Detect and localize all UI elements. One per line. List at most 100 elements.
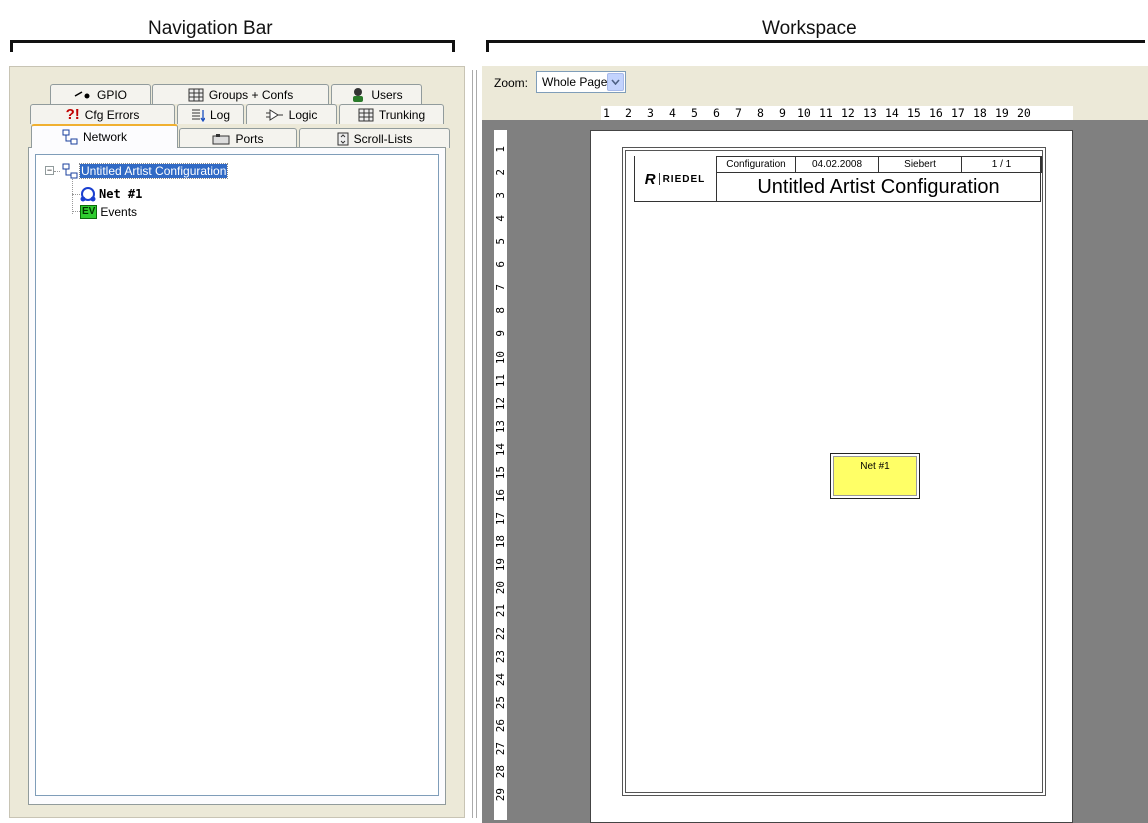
ruler-tick: 19 [995,106,1009,120]
logo-text: RIEDEL [662,173,706,185]
tab-label: Network [83,130,128,144]
tab-cfg-errors[interactable]: ?! Cfg Errors [30,104,175,124]
collapse-toggle[interactable]: − [45,166,54,175]
ruler-tick: 4 [669,106,676,120]
workspace-panel: Zoom: Whole Page 1 2 3 4 5 6 7 8 9 10 11… [482,66,1148,823]
navigation-bar-header: Navigation Bar [148,18,273,39]
tab-trunking[interactable]: Trunking [339,104,444,124]
scroll-lists-icon [337,132,349,145]
tab-label: Logic [288,107,318,122]
logic-icon [265,108,283,121]
net-icon [80,187,96,202]
ruler-tick: 2 [625,106,632,120]
ruler-tick: 28 [494,765,507,779]
tree-item-events[interactable]: EV Events [80,203,137,221]
tab-label: Log [209,107,231,122]
tree-events-label: Events [100,205,138,219]
ruler-tick: 17 [494,512,507,526]
tab-label: GPIO [96,87,127,102]
ruler-tick: 7 [735,106,742,120]
groups-icon [188,88,204,101]
cfg-errors-icon: ?! [65,106,80,123]
ruler-tick: 10 [494,351,507,365]
tab-users[interactable]: Users [331,84,422,104]
zoom-value: Whole Page [542,75,608,89]
ruler-tick: 6 [494,261,507,268]
users-icon [353,87,364,102]
ruler-tick: 8 [494,307,507,314]
ruler-tick: 2 [494,169,507,176]
ruler-tick: 5 [691,106,698,120]
ruler-tick: 1 [494,146,507,153]
tab-label: Cfg Errors [84,107,140,122]
workspace-bracket [486,40,1145,52]
ruler-tick: 3 [494,192,507,199]
doc-date: 04.02.2008 [795,156,879,173]
ruler-tick: 18 [973,106,987,120]
ruler-tick: 22 [494,627,507,641]
zoom-select[interactable]: Whole Page [536,71,626,93]
ruler-tick: 20 [1017,106,1031,120]
tab-label: Groups + Confs [208,87,294,102]
tab-gpio[interactable]: GPIO [50,84,151,104]
network-icon [62,163,78,179]
tab-log[interactable]: Log [177,104,244,124]
ruler-tick: 10 [797,106,811,120]
riedel-logo: R RIEDEL [635,156,715,202]
ruler-tick: 8 [757,106,764,120]
panel-splitter[interactable] [472,70,477,818]
doc-type: Configuration [716,156,796,173]
doc-page: 1 / 1 [961,156,1042,173]
ruler-tick: 18 [494,535,507,549]
events-icon: EV [80,205,98,219]
ruler-tick: 5 [494,238,507,245]
ports-icon [212,133,230,144]
ruler-tick: 20 [494,581,507,595]
tab-scroll-lists[interactable]: Scroll-Lists [299,128,450,148]
logo-mark: R [644,170,657,188]
ruler-tick: 14 [494,443,507,457]
title-block: R RIEDEL Configuration 04.02.2008 Sieber… [634,156,1042,202]
tree-item-net[interactable]: Net #1 [80,185,142,203]
ruler-tick: 6 [713,106,720,120]
tab-network[interactable]: Network [31,124,178,148]
ruler-tick: 16 [494,489,507,503]
trunking-icon [358,108,374,121]
ruler-tick: 19 [494,558,507,572]
ruler-tick: 4 [494,215,507,222]
ruler-tick: 14 [885,106,899,120]
ruler-tick: 1 [603,106,610,120]
network-tree[interactable]: − Untitled Artist Configuration Net #1 E… [35,154,439,796]
document-page[interactable]: R RIEDEL Configuration 04.02.2008 Sieber… [590,130,1073,823]
tab-content-panel: − Untitled Artist Configuration Net #1 E… [28,147,446,805]
ruler-tick: 26 [494,719,507,733]
tab-ports[interactable]: Ports [179,128,297,148]
ruler-tick: 9 [779,106,786,120]
ruler-tick: 12 [841,106,855,120]
ruler-tick: 16 [929,106,943,120]
ruler-tick: 13 [494,420,507,434]
workspace-header: Workspace [762,18,857,39]
tree-item-root[interactable]: Untitled Artist Configuration [62,162,229,180]
tab-label: Users [371,87,403,102]
ruler-tick: 21 [494,604,507,618]
navigation-bracket [10,40,455,52]
net-node[interactable]: Net #1 [830,453,920,499]
ruler-tick: 9 [494,330,507,337]
tree-net-label: Net #1 [99,187,143,201]
navigation-panel: GPIO Groups + Confs Users ?! Cfg Errors … [9,66,465,818]
tab-groups-confs[interactable]: Groups + Confs [152,84,329,104]
ruler-tick: 15 [494,466,507,480]
ruler-tick: 11 [819,106,833,120]
ruler-tick: 13 [863,106,877,120]
ruler-tick: 3 [647,106,654,120]
tree-root-label: Untitled Artist Configuration [78,163,229,179]
ruler-tick: 15 [907,106,921,120]
chevron-down-icon[interactable] [607,73,624,91]
app-window: Navigation Bar Workspace GPIO Groups + C… [0,0,1148,823]
net-node-label: Net #1 [833,456,917,496]
ruler-tick: 12 [494,397,507,411]
tab-logic[interactable]: Logic [246,104,337,124]
gpio-icon [74,90,90,98]
ruler-tick: 29 [494,788,507,802]
